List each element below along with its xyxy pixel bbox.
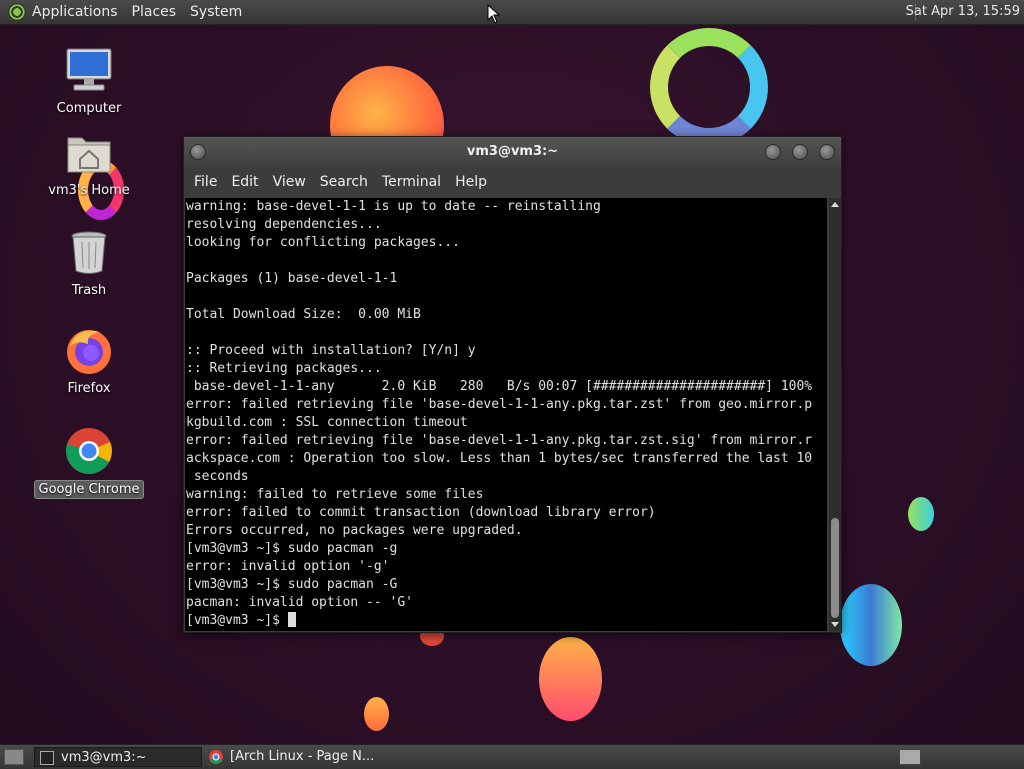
terminal-line: kgbuild.com : SSL connection timeout — [186, 415, 468, 430]
desktop-icon-computer[interactable]: Computer — [34, 46, 144, 117]
places-menu[interactable]: Places — [132, 4, 177, 20]
terminal-line: error: failed to commit transaction (dow… — [186, 505, 656, 520]
terminal-line: error: failed retrieving file 'base-deve… — [186, 433, 813, 448]
firefox-icon — [64, 326, 114, 376]
scrollbar-thumb[interactable] — [831, 518, 839, 618]
workspace-switcher[interactable] — [899, 749, 921, 765]
terminal-line: [vm3@vm3 ~]$ sudo pacman -G — [186, 577, 398, 592]
desktop-icon-label: Google Chrome — [34, 480, 144, 499]
wallpaper-blue-blob — [840, 584, 902, 666]
scroll-down-arrow-icon[interactable] — [831, 622, 839, 627]
desktop-icon-google-chrome[interactable]: Google Chrome — [34, 426, 144, 499]
terminal-line: Errors occurred, no packages were upgrad… — [186, 523, 523, 538]
terminal-cursor — [287, 612, 296, 627]
terminal-line: error: failed retrieving file 'base-deve… — [186, 397, 813, 412]
desktop-icon-label: Firefox — [67, 381, 111, 396]
scroll-up-arrow-icon[interactable] — [831, 202, 839, 207]
terminal-prompt: [vm3@vm3 ~]$ — [186, 613, 288, 628]
trash-icon — [64, 228, 114, 278]
terminal-line — [186, 324, 827, 342]
terminal-line: [vm3@vm3 ~]$ sudo pacman -g — [186, 541, 398, 556]
menu-view[interactable]: View — [273, 174, 306, 190]
mouse-pointer-icon — [487, 4, 501, 24]
show-desktop-icon[interactable] — [4, 749, 24, 765]
terminal-line: warning: failed to retrieve some files — [186, 487, 484, 502]
terminal-line: seconds — [186, 469, 249, 484]
chrome-icon — [209, 750, 223, 764]
system-menu[interactable]: System — [190, 4, 242, 20]
window-menu-icon[interactable] — [190, 144, 206, 160]
chrome-icon — [64, 426, 114, 476]
desktop-icon-label: Computer — [56, 101, 122, 116]
terminal-line: looking for conflicting packages... — [186, 235, 460, 250]
top-panel: Applications Places System Sat Apr 13, 1… — [0, 0, 1024, 25]
terminal-line: :: Retrieving packages... — [186, 361, 382, 376]
minimize-icon[interactable] — [765, 144, 781, 160]
terminal-line — [186, 252, 827, 270]
wallpaper-teal-blob — [908, 497, 934, 531]
applications-menu[interactable]: Applications — [32, 4, 118, 20]
maximize-icon[interactable] — [792, 144, 808, 160]
menu-terminal[interactable]: Terminal — [382, 174, 441, 190]
window-titlebar[interactable]: vm3@vm3:~ — [184, 137, 841, 167]
home-folder-icon — [64, 128, 114, 178]
menu-search[interactable]: Search — [320, 174, 368, 190]
wallpaper-small-orange-blob — [364, 697, 389, 731]
terminal-scrollbar[interactable] — [829, 198, 841, 631]
taskbar-item-label: vm3@vm3:~ — [61, 750, 147, 765]
menu-file[interactable]: File — [194, 174, 217, 190]
desktop-icon-trash[interactable]: Trash — [34, 228, 144, 299]
close-icon[interactable] — [819, 144, 835, 160]
wallpaper-ring — [650, 28, 768, 146]
bottom-panel: vm3@vm3:~ [Arch Linux - Page N... — [0, 744, 1024, 769]
terminal-line: error: invalid option '-g' — [186, 559, 390, 574]
desktop-icon-home[interactable]: vm3's Home — [34, 128, 144, 199]
menu-help[interactable]: Help — [455, 174, 487, 190]
terminal-line: Packages (1) base-devel-1-1 — [186, 271, 398, 286]
taskbar-item-chrome[interactable]: [Arch Linux - Page N... — [204, 747, 384, 767]
terminal-line: Total Download Size: 0.00 MiB — [186, 307, 421, 322]
terminal-line: base-devel-1-1-any 2.0 KiB 280 B/s 00:07… — [186, 379, 813, 394]
desktop-icon-label: vm3's Home — [48, 183, 130, 198]
distro-logo-icon[interactable] — [8, 3, 26, 21]
terminal-line: warning: base-devel-1-1 is up to date --… — [186, 199, 601, 214]
terminal-output[interactable]: warning: base-devel-1-1 is up to date --… — [185, 198, 827, 631]
taskbar-item-label: [Arch Linux - Page N... — [230, 749, 375, 764]
terminal-icon — [40, 751, 54, 765]
wallpaper-pink-blob — [539, 637, 602, 721]
terminal-line: resolving dependencies... — [186, 217, 382, 232]
desktop-icon-firefox[interactable]: Firefox — [34, 326, 144, 397]
menu-edit[interactable]: Edit — [231, 174, 258, 190]
terminal-window[interactable]: vm3@vm3:~ File Edit View Search Terminal… — [183, 136, 842, 633]
terminal-line: :: Proceed with installation? [Y/n] y — [186, 343, 476, 358]
terminal-menubar: File Edit View Search Terminal Help — [184, 167, 841, 197]
desktop-icon-label: Trash — [71, 283, 107, 298]
window-title: vm3@vm3:~ — [466, 144, 559, 159]
computer-icon — [64, 46, 114, 96]
terminal-line: ackspace.com : Operation too slow. Less … — [186, 451, 813, 466]
taskbar-item-terminal[interactable]: vm3@vm3:~ — [34, 747, 202, 767]
clock[interactable]: Sat Apr 13, 15:59 — [906, 4, 1020, 19]
terminal-line — [186, 288, 827, 306]
terminal-line: pacman: invalid option -- 'G' — [186, 595, 413, 610]
terminal-prompt-line: [vm3@vm3 ~]$ — [186, 612, 827, 630]
